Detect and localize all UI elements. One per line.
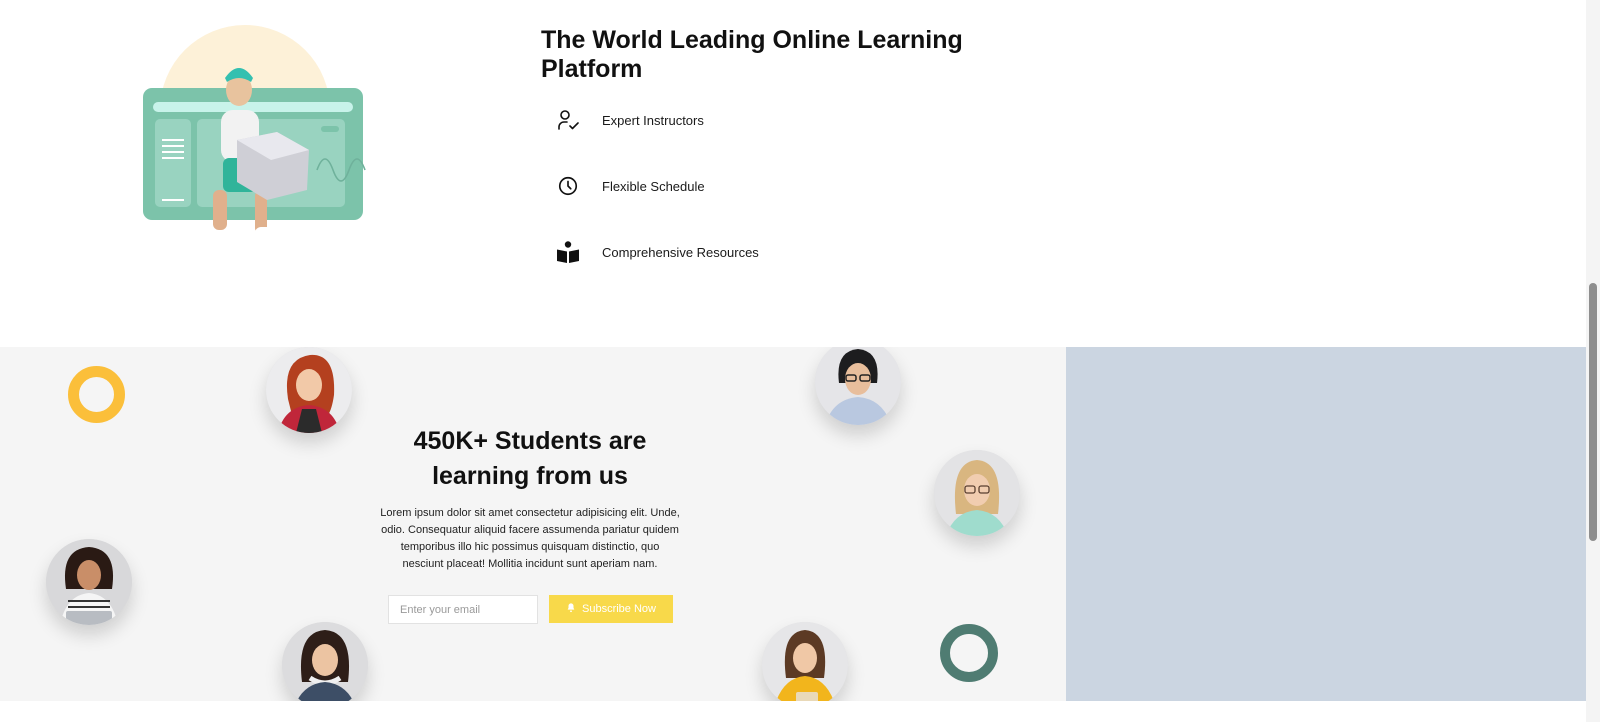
feature-label: Flexible Schedule	[602, 178, 705, 194]
feature-flexible-schedule: Flexible Schedule	[554, 171, 705, 201]
email-input[interactable]	[388, 595, 538, 624]
decorative-ring-green	[940, 624, 998, 682]
side-image-panel	[1066, 347, 1586, 701]
hero-title: The World Leading Online Learning Platfo…	[541, 26, 963, 83]
feature-label: Expert Instructors	[602, 112, 704, 128]
subscribe-label: Subscribe Now	[582, 603, 656, 615]
feature-label: Comprehensive Resources	[602, 244, 759, 260]
student-avatar	[934, 450, 1020, 536]
promo-title: 450K+ Students are learning from us	[413, 427, 647, 490]
about-section: The World Leading Online Learning Platfo…	[0, 0, 1586, 347]
student-avatar	[266, 347, 352, 433]
hero-illustration	[135, 22, 385, 277]
scrollbar-thumb[interactable]	[1589, 283, 1597, 541]
students-promo-section: 450K+ Students are learning from us Lore…	[0, 347, 1066, 701]
subscribe-button[interactable]: Subscribe Now	[549, 595, 673, 623]
promo-description: Lorem ipsum dolor sit amet consectetur a…	[380, 507, 680, 570]
student-avatar	[282, 622, 368, 701]
user-check-icon	[554, 106, 582, 134]
feature-expert-instructors: Expert Instructors	[554, 105, 704, 135]
decorative-ring-yellow	[68, 366, 125, 423]
feature-comprehensive-resources: Comprehensive Resources	[554, 237, 759, 267]
clock-icon	[554, 172, 582, 200]
student-avatar	[46, 539, 132, 625]
student-avatar	[762, 622, 848, 701]
book-reader-icon	[554, 238, 582, 266]
student-avatar	[815, 347, 901, 425]
bell-icon	[566, 602, 576, 616]
page-scrollbar[interactable]	[1586, 0, 1600, 722]
